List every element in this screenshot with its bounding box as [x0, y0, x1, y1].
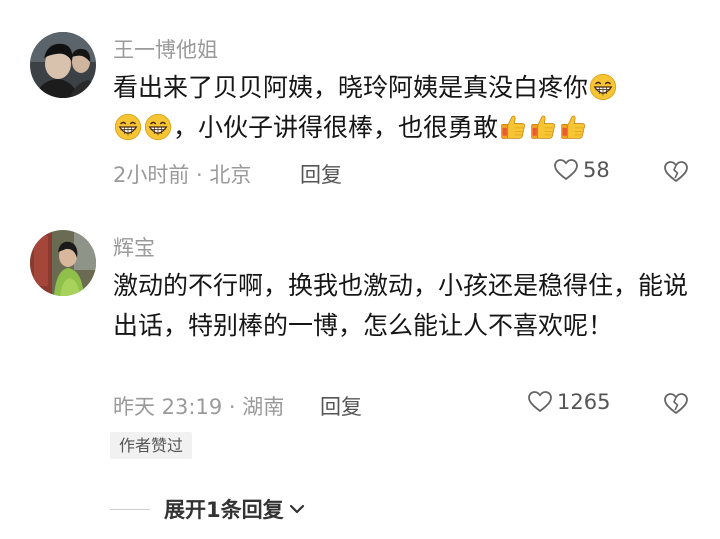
expand-replies-label[interactable]: 展开1条回复 [164, 494, 284, 524]
chevron-down-icon [289, 504, 304, 514]
comment-text: 看出来了贝贝阿姨，晓玲阿姨是真没白疼你 ，小伙子讲得很棒，也很勇敢 [113, 68, 688, 148]
reply-button[interactable]: 回复 [320, 391, 362, 421]
heart-outline-icon [528, 391, 552, 412]
dislike-button[interactable] [663, 160, 689, 188]
thumbs-up-emoji [559, 113, 587, 141]
broken-heart-icon [664, 161, 688, 182]
comment-meta: 昨天 23:19 · 湖南 [113, 395, 285, 419]
like-count: 1265 [557, 390, 611, 414]
grinning-emoji [144, 113, 172, 141]
comment-item: 辉宝 激动的不行啊，换我也激动，小孩还是稳得住，能说出话，特别棒的一博，怎么能让… [0, 220, 720, 460]
grinning-emoji [114, 113, 142, 141]
comment-text: 激动的不行啊，换我也激动，小孩还是稳得住，能说出话，特别棒的一博，怎么能让人不喜… [113, 271, 689, 340]
thumbs-up-emoji [529, 113, 557, 141]
comment-meta: 2小时前 · 北京 [113, 163, 252, 187]
username[interactable]: 王一博他姐 [113, 34, 218, 64]
like-count: 58 [583, 158, 610, 182]
dislike-button[interactable] [663, 392, 689, 420]
author-liked-badge: 作者赞过 [110, 432, 193, 459]
divider [110, 508, 150, 510]
heart-outline-icon [554, 159, 578, 180]
comment-text-part: ，小伙子讲得很棒，也很勇敢 [173, 113, 499, 142]
thumbs-up-emoji [499, 113, 527, 141]
avatar[interactable] [30, 230, 96, 296]
comment-text-part: 看出来了贝贝阿姨，晓玲阿姨是真没白疼你 [113, 73, 589, 102]
like-button[interactable]: 58 [553, 158, 610, 182]
reply-button[interactable]: 回复 [300, 159, 342, 189]
username[interactable]: 辉宝 [113, 232, 155, 262]
avatar[interactable] [30, 32, 96, 98]
comment-item: 王一博他姐 看出来了贝贝阿姨，晓玲阿姨是真没白疼你 ，小伙子讲得很棒，也很勇敢 2… [0, 0, 720, 200]
like-button[interactable]: 1265 [527, 390, 610, 414]
grinning-emoji [589, 73, 617, 101]
expand-replies[interactable]: 展开1条回复 [110, 494, 306, 524]
broken-heart-icon [664, 393, 688, 414]
